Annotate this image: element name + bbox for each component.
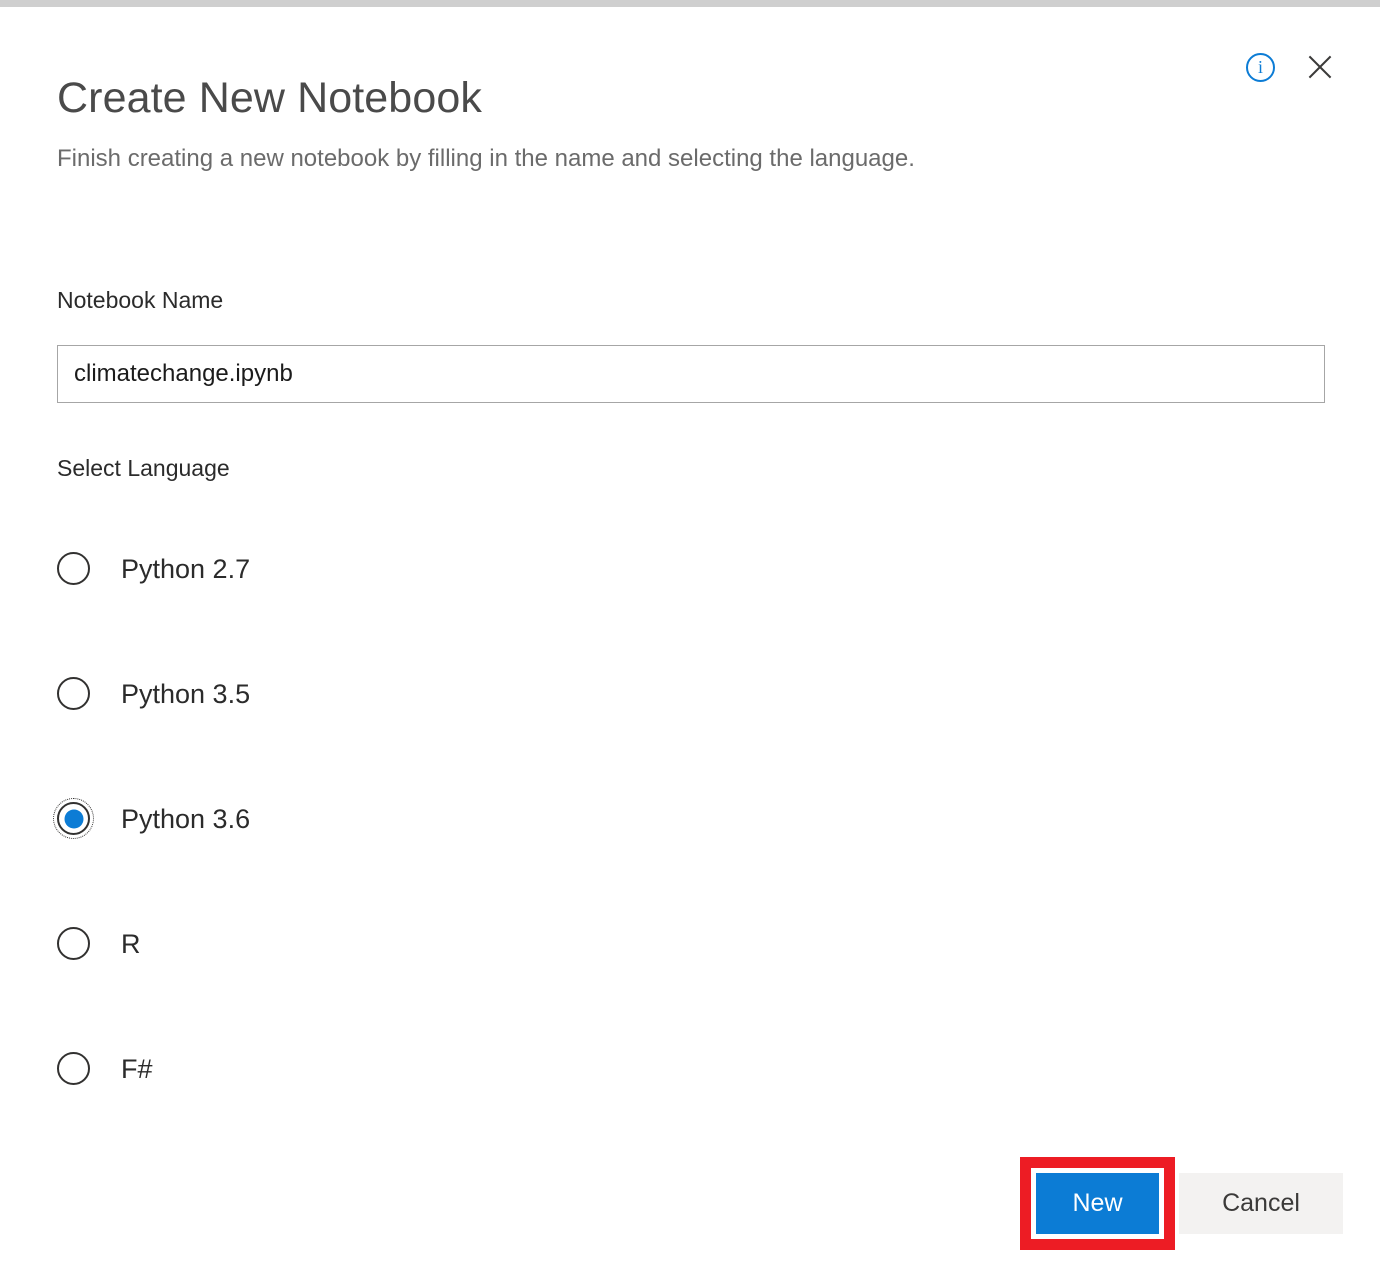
dialog-header-icons: i (1246, 52, 1335, 82)
dialog-footer: New Cancel (1020, 1157, 1360, 1250)
radio-option-python-3-5[interactable]: Python 3.5 (57, 665, 657, 790)
radio-circle-selected-icon (53, 798, 94, 839)
notebook-name-input[interactable] (57, 345, 1325, 403)
language-radio-group: Python 2.7 Python 3.5 Python 3.6 R F# (53, 540, 657, 1165)
new-button[interactable]: New (1036, 1173, 1159, 1234)
info-icon[interactable]: i (1246, 52, 1275, 82)
radio-option-r[interactable]: R (57, 915, 657, 1040)
cancel-button[interactable]: Cancel (1179, 1173, 1343, 1234)
create-new-notebook-dialog: i Create New Notebook Finish creating a … (0, 7, 1380, 1280)
radio-option-label: Python 3.6 (121, 804, 251, 834)
radio-option-label: R (121, 929, 141, 959)
notebook-name-label: Notebook Name (57, 287, 224, 313)
radio-circle-icon (57, 927, 90, 960)
radio-option-label: Python 3.5 (121, 679, 251, 709)
page-title: Create New Notebook (57, 74, 482, 122)
radio-option-fsharp[interactable]: F# (57, 1040, 657, 1165)
radio-circle-icon (57, 1052, 90, 1085)
radio-option-label: F# (121, 1054, 153, 1084)
radio-option-label: Python 2.7 (121, 554, 251, 584)
window-top-strip (0, 0, 1380, 7)
radio-option-python-3-6[interactable]: Python 3.6 (53, 790, 657, 915)
radio-circle-icon (57, 677, 90, 710)
radio-option-python-2-7[interactable]: Python 2.7 (57, 540, 657, 665)
radio-circle-icon (57, 552, 90, 585)
page-subtitle: Finish creating a new notebook by fillin… (57, 145, 915, 172)
select-language-label: Select Language (57, 455, 230, 481)
close-icon[interactable] (1305, 52, 1335, 82)
